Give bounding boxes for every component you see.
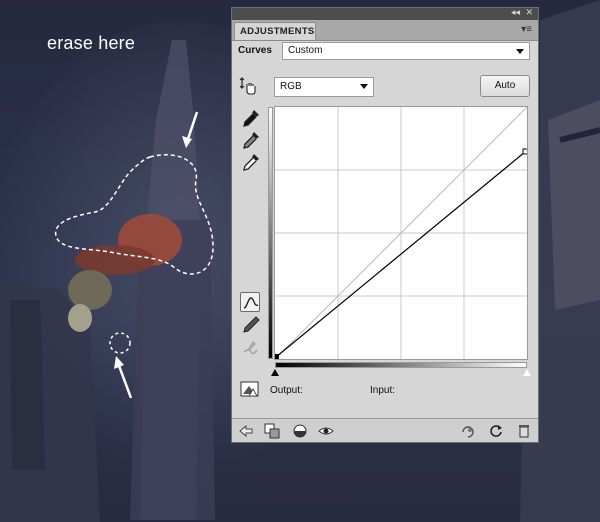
curve-point-black[interactable] (275, 354, 279, 359)
white-point-slider[interactable] (523, 369, 531, 376)
smooth-icon[interactable] (241, 338, 261, 358)
curves-graph-svg (275, 107, 527, 359)
preset-select[interactable]: Custom (282, 42, 530, 60)
pencil-icon[interactable] (241, 315, 261, 335)
panel-bottom-toolbar (232, 418, 538, 442)
channel-select-value: RGB (280, 81, 302, 92)
black-point-slider[interactable] (271, 369, 279, 376)
mask-icon[interactable] (292, 423, 308, 439)
delete-icon[interactable] (516, 423, 532, 439)
previous-state-icon[interactable] (460, 423, 476, 439)
input-label: Input: (370, 385, 396, 396)
black-point-eyedropper-icon[interactable] (241, 108, 261, 128)
output-label: Output: (270, 385, 303, 396)
preset-select-value: Custom (288, 45, 323, 56)
output-gradient-bar (268, 107, 273, 359)
clip-to-layer-icon[interactable] (264, 423, 280, 439)
channel-select[interactable]: RGB (274, 77, 374, 97)
white-point-eyedropper-icon[interactable] (241, 152, 261, 172)
visibility-eye-icon[interactable] (318, 423, 334, 439)
panel-tab-bar: ADJUSTMENTS ▾≡ (232, 20, 538, 41)
on-image-adjust-icon[interactable] (238, 76, 258, 96)
back-arrow-icon[interactable] (238, 423, 254, 439)
curve-point-white[interactable] (522, 148, 527, 155)
close-panel-icon[interactable]: ✕ (525, 8, 533, 19)
collapse-panel-icon[interactable]: ◂◂ (511, 8, 520, 19)
clipping-warning-icon[interactable] (240, 379, 260, 399)
curve-edit-icon[interactable] (240, 292, 260, 312)
input-gradient-bar (275, 362, 527, 368)
auto-button[interactable]: Auto (480, 75, 530, 97)
annotation-erase-here: erase here (47, 33, 136, 53)
curves-label: Curves (238, 45, 272, 56)
reset-icon[interactable] (488, 423, 504, 439)
tab-adjustments[interactable]: ADJUSTMENTS (234, 22, 316, 40)
adjustments-panel: ◂◂ ✕ ADJUSTMENTS ▾≡ Curves Custom RGB Au… (231, 7, 539, 443)
gray-point-eyedropper-icon[interactable] (241, 130, 261, 150)
chevron-down-icon (360, 84, 368, 89)
chevron-down-icon (516, 49, 524, 54)
curves-graph[interactable] (274, 106, 528, 360)
panel-menu-icon[interactable]: ▾≡ (521, 25, 532, 35)
